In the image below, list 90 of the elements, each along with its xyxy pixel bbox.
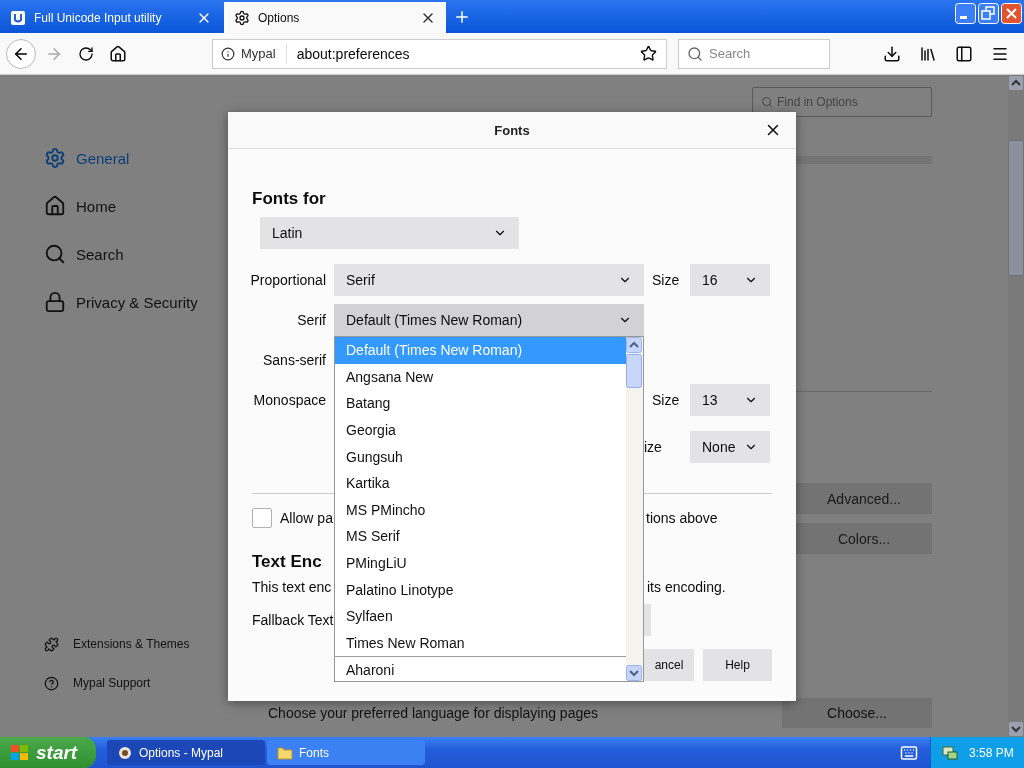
puzzle-icon bbox=[44, 636, 59, 652]
folder-icon bbox=[277, 745, 293, 760]
sidebar-item[interactable]: Home bbox=[44, 194, 228, 218]
keyboard-icon[interactable] bbox=[900, 743, 918, 762]
scroll-up-icon[interactable] bbox=[626, 337, 642, 353]
list-option[interactable]: Gungsuh bbox=[335, 443, 626, 470]
sidebar-link[interactable]: Extensions & Themes bbox=[44, 632, 228, 656]
encoding-text: This text enc bbox=[252, 579, 332, 595]
font-label: Proportional bbox=[250, 272, 326, 288]
tab-title: Full Unicode Input utility bbox=[34, 10, 163, 25]
info-icon[interactable] bbox=[221, 46, 235, 61]
download-icon[interactable] bbox=[883, 44, 901, 63]
list-option[interactable]: MS Serif bbox=[335, 523, 626, 550]
choose-button[interactable]: Choose... bbox=[782, 698, 932, 728]
browser-tab[interactable]: Options bbox=[224, 2, 446, 33]
fallback-label: Fallback Text bbox=[252, 612, 334, 628]
font-label: Serif bbox=[297, 312, 326, 328]
sidebar-item[interactable]: Search bbox=[44, 242, 228, 266]
checkbox-label: Allow pa bbox=[280, 510, 333, 526]
tab-title: Options bbox=[258, 10, 301, 25]
font-select[interactable]: Default (Times New Roman) bbox=[334, 304, 644, 336]
taskbar-button[interactable]: Options - Mypal bbox=[107, 740, 265, 765]
dialog-button[interactable]: ancel bbox=[644, 649, 694, 681]
back-button[interactable] bbox=[6, 38, 36, 69]
library-icon[interactable] bbox=[919, 44, 937, 63]
help-icon bbox=[44, 675, 59, 691]
size-label: ize bbox=[644, 439, 663, 455]
dialog-button[interactable]: Help bbox=[703, 649, 772, 681]
size-label: Size bbox=[652, 392, 681, 408]
network-icon[interactable] bbox=[941, 744, 959, 761]
search-icon bbox=[687, 45, 703, 62]
taskbar-button[interactable]: Fonts bbox=[267, 740, 425, 765]
scroll-down-icon[interactable] bbox=[626, 665, 642, 681]
start-button[interactable]: start bbox=[0, 737, 96, 768]
size-select[interactable]: 13 bbox=[690, 384, 770, 416]
font-label: Monospace bbox=[253, 392, 326, 408]
app-icon bbox=[10, 9, 26, 26]
list-option[interactable]: Aharoni bbox=[335, 656, 626, 683]
checkbox-label: tions above bbox=[646, 510, 719, 526]
list-option[interactable]: Kartika bbox=[335, 469, 626, 497]
home-icon bbox=[44, 195, 66, 217]
search-icon bbox=[44, 243, 66, 265]
size-select[interactable]: 16 bbox=[690, 264, 770, 296]
section-heading: Text Enc bbox=[252, 552, 322, 572]
dialog-title: Fonts bbox=[494, 122, 530, 138]
list-option[interactable]: PMingLiU bbox=[335, 549, 626, 577]
list-option[interactable]: Georgia bbox=[335, 416, 626, 444]
sidebar-icon[interactable] bbox=[955, 44, 973, 63]
restore-icon[interactable] bbox=[978, 3, 999, 24]
sidebar-item[interactable]: Privacy & Security bbox=[44, 290, 228, 314]
size-label: Size bbox=[652, 272, 681, 288]
font-dropdown-menu[interactable]: Default (Times New Roman) Angsana New Batang Georgia Gungsuh Kartika MS PMincho MS Serif PMingLiU Palatino Linotype Sylfaen Times New Roman Aharoni bbox=[334, 336, 644, 682]
new-tab-icon[interactable] bbox=[453, 8, 471, 26]
reload-icon[interactable] bbox=[78, 45, 94, 62]
options-button[interactable]: Colors... bbox=[796, 523, 932, 554]
options-button[interactable]: Advanced... bbox=[796, 483, 932, 514]
size-select[interactable]: None bbox=[690, 431, 770, 463]
scroll-down-icon[interactable] bbox=[1008, 721, 1024, 737]
script-select[interactable]: Latin bbox=[260, 217, 519, 249]
checkbox[interactable] bbox=[252, 508, 272, 528]
sidebar-link[interactable]: Mypal Support bbox=[44, 671, 228, 695]
list-option[interactable]: MS PMincho bbox=[335, 496, 626, 524]
gear-icon bbox=[234, 9, 250, 26]
url-text: about:preferences bbox=[295, 45, 411, 62]
section-heading: Fonts for bbox=[252, 189, 326, 209]
minimize-icon[interactable] bbox=[955, 3, 976, 24]
list-option[interactable]: Times New Roman bbox=[335, 629, 626, 657]
list-option[interactable]: Palatino Linotype bbox=[335, 576, 626, 603]
windows-flag-icon bbox=[10, 743, 30, 762]
language-text: Choose your preferred language for displaying pages bbox=[268, 705, 598, 721]
browser-tab[interactable]: Full Unicode Input utility bbox=[0, 2, 222, 33]
clock: 3:58 PM bbox=[969, 745, 1014, 760]
list-option[interactable]: Sylfaen bbox=[335, 602, 626, 630]
search-field[interactable]: Search bbox=[678, 38, 830, 69]
font-label: Sans-serif bbox=[262, 352, 326, 368]
gear-icon bbox=[44, 147, 66, 169]
lock-icon bbox=[44, 291, 66, 313]
list-option[interactable]: Batang bbox=[335, 390, 626, 417]
star-icon[interactable] bbox=[639, 45, 657, 62]
home-icon[interactable] bbox=[109, 44, 127, 63]
site-identity: Mypal bbox=[241, 46, 276, 61]
scroll-up-icon[interactable] bbox=[1008, 75, 1024, 91]
encoding-text: its encoding. bbox=[647, 579, 727, 595]
list-option[interactable]: Angsana New bbox=[335, 363, 626, 391]
scroll-thumb[interactable] bbox=[1008, 140, 1024, 276]
search-icon bbox=[761, 96, 773, 108]
font-select[interactable]: Serif bbox=[334, 264, 644, 296]
app-icon bbox=[117, 744, 133, 761]
url-field[interactable]: Mypal about:preferences bbox=[212, 38, 667, 69]
scroll-thumb[interactable] bbox=[626, 354, 642, 388]
